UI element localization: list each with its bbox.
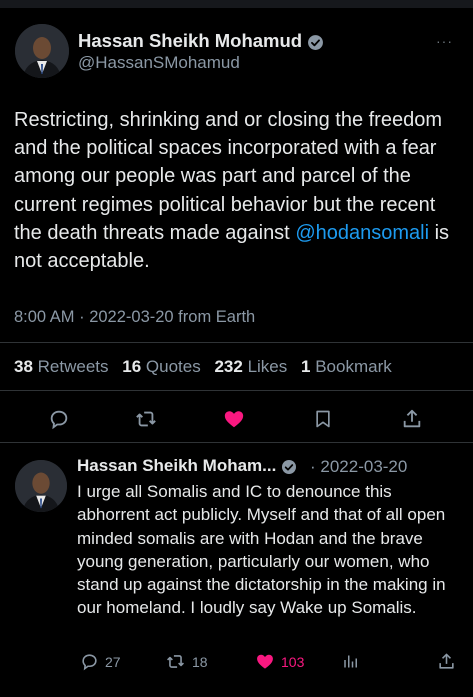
share-icon [439,653,454,669]
reply-like-button[interactable]: 103 [255,652,304,671]
top-edge-bar [0,0,473,8]
reply-views-button[interactable] [342,652,360,671]
mention-link[interactable]: @hodansomali [295,222,429,244]
reply-date[interactable]: · 2022-03-20 [310,457,407,477]
tweet-timestamp[interactable]: 8:00 AM · 2022-03-20 from Earth [14,308,255,327]
retweets-label[interactable]: Retweets [38,357,109,376]
reply-author-name[interactable]: Hassan Sheikh Moham... [77,456,297,476]
author-avatar[interactable] [15,24,69,78]
reply-icon [50,410,68,430]
share-icon [403,409,421,428]
bookmark-button[interactable] [309,405,337,433]
likes-count[interactable]: 232 [214,357,242,376]
retweet-icon [136,411,156,427]
retweet-button[interactable] [132,405,160,433]
divider [0,442,473,443]
divider [0,390,473,391]
reply-reply-button[interactable]: 27 [80,652,121,671]
retweet-icon [167,655,184,668]
bookmarks-label[interactable]: Bookmark [315,357,392,376]
reply-replies-count: 27 [105,653,121,670]
reply-icon [82,654,97,671]
tweet-text: Restricting, shrinking and or closing th… [14,106,464,275]
share-button[interactable] [398,405,426,433]
reply-text: I urge all Somalis and IC to denounce th… [77,482,446,618]
engagement-stats: 38 Retweets 16 Quotes 232 Likes 1 Bookma… [14,357,401,377]
analytics-icon [344,655,357,668]
retweets-count[interactable]: 38 [14,357,33,376]
author-name[interactable]: Hassan Sheikh Mohamud [78,30,324,52]
divider [0,342,473,343]
reply-share-button[interactable] [437,652,456,671]
reply-author-avatar[interactable] [15,460,67,512]
like-icon [257,654,273,669]
bookmark-icon [316,410,330,428]
like-button[interactable] [220,405,248,433]
quotes-label[interactable]: Quotes [146,357,201,376]
verified-badge-icon [282,459,297,474]
likes-label[interactable]: Likes [248,357,288,376]
bookmarks-count[interactable]: 1 [301,357,310,376]
reply-button[interactable] [45,405,73,433]
more-options-icon[interactable]: ··· [436,33,453,49]
verified-badge-icon [308,34,324,50]
reply-likes-count: 103 [281,653,305,670]
reply-retweet-button[interactable]: 18 [165,652,208,671]
reply-retweets-count: 18 [192,653,208,670]
like-icon [224,411,244,428]
author-handle[interactable]: @HassanSMohamud [78,53,240,73]
quotes-count[interactable]: 16 [122,357,141,376]
